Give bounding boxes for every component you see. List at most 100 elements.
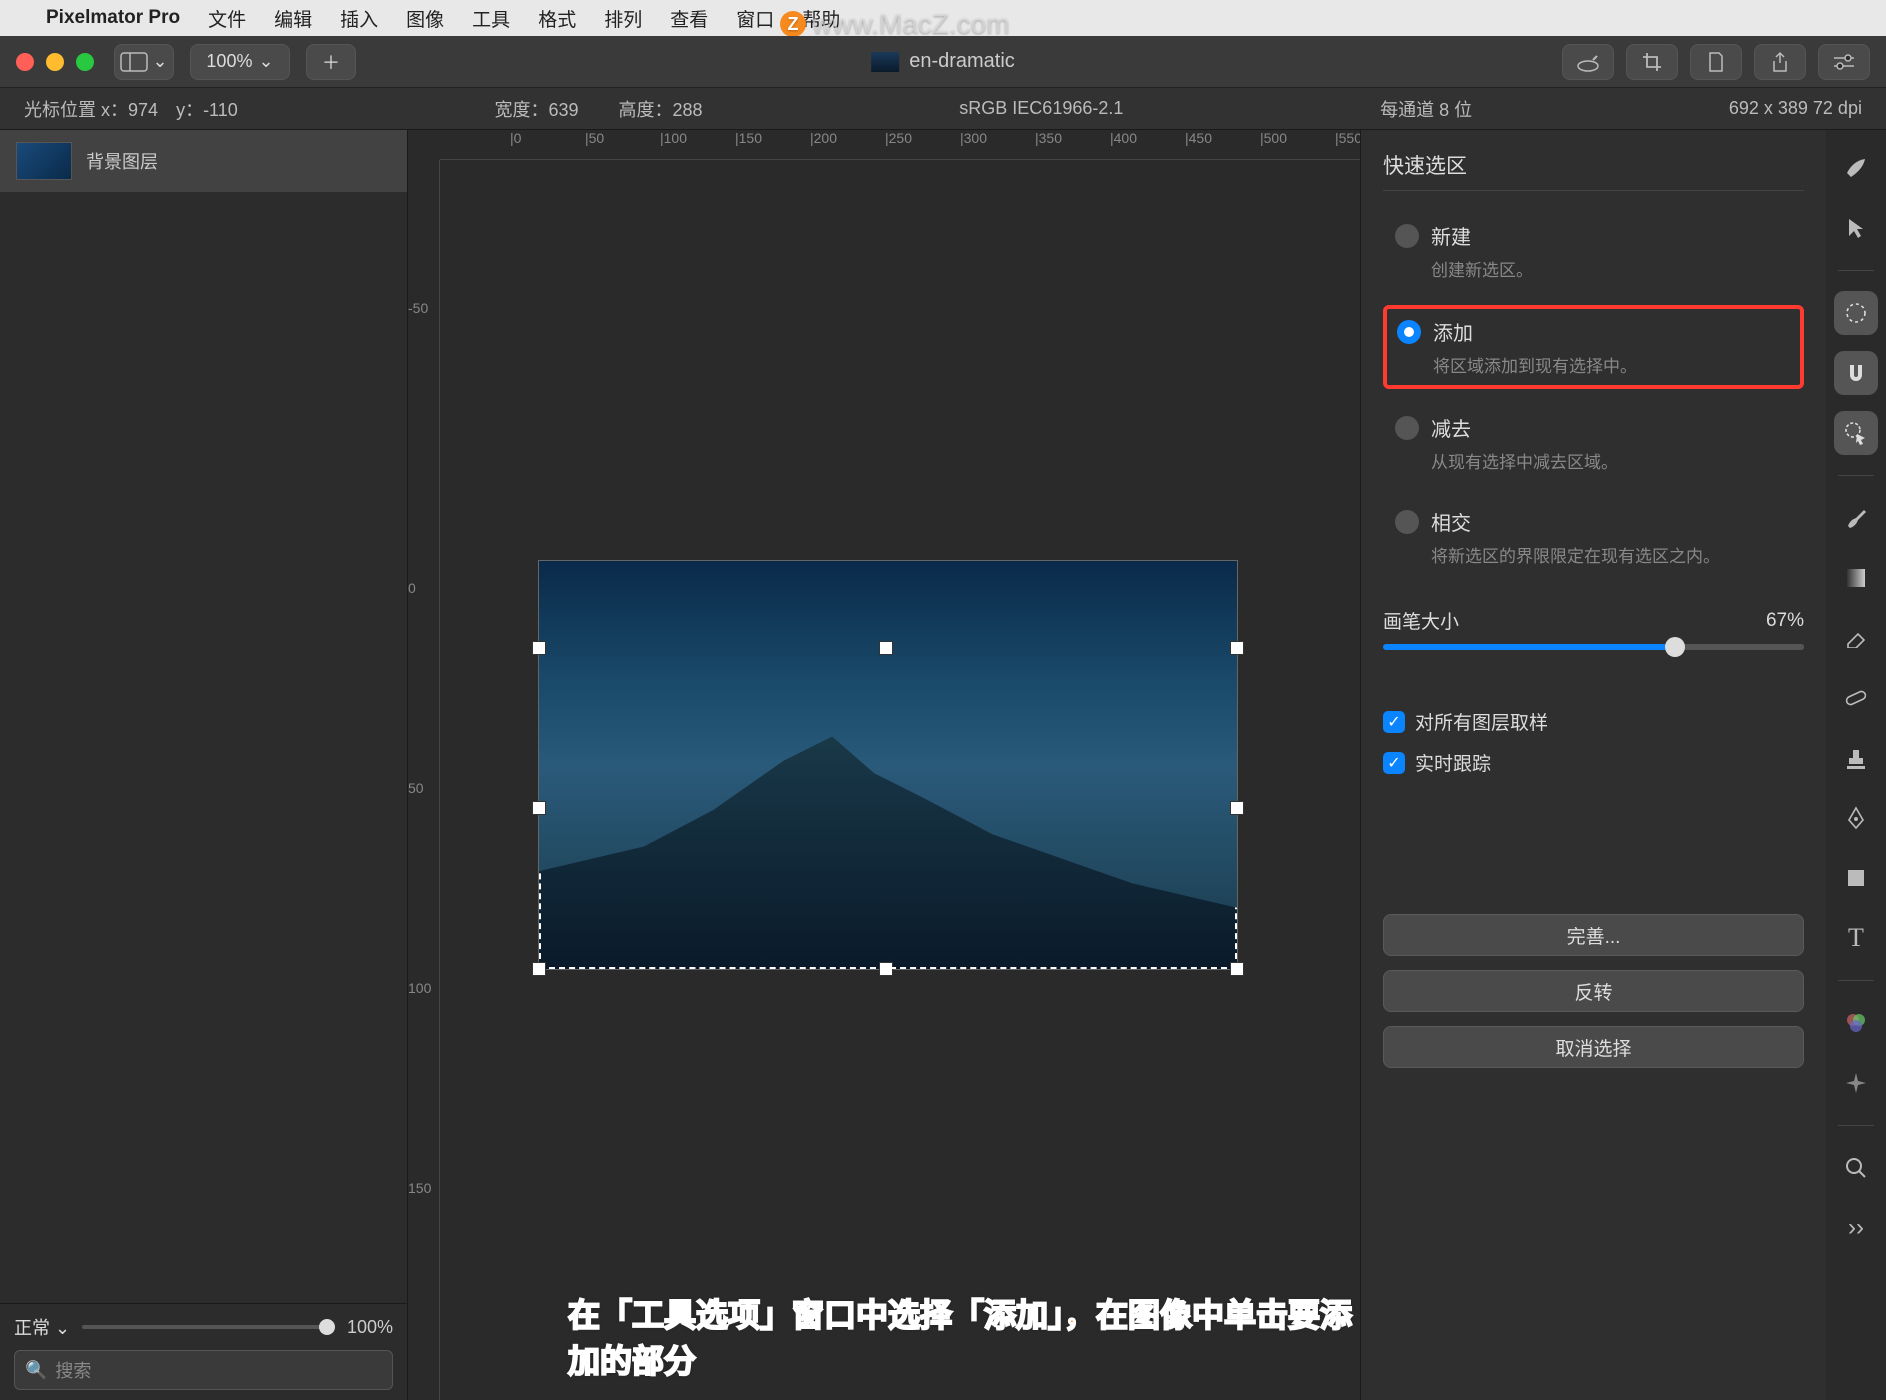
radio-icon xyxy=(1397,320,1421,344)
tool-magnetic-select[interactable] xyxy=(1834,351,1878,395)
minimize-window-button[interactable] xyxy=(46,53,64,71)
gradient-icon xyxy=(1845,567,1867,589)
radio-icon xyxy=(1395,224,1419,248)
tool-styles[interactable] xyxy=(1834,146,1878,190)
document-icon xyxy=(1706,51,1726,73)
selection-mode-intersect[interactable]: 相交 将新选区的界限限定在现有选区之内。 xyxy=(1383,497,1804,577)
color-picker-button[interactable] xyxy=(1562,44,1614,80)
marquee-icon xyxy=(1844,301,1868,325)
type-icon: T xyxy=(1848,923,1864,953)
radio-icon xyxy=(1395,510,1419,534)
opacity-slider[interactable] xyxy=(82,1325,335,1329)
tool-shape[interactable] xyxy=(1834,856,1878,900)
deselect-button[interactable]: 取消选择 xyxy=(1383,1026,1804,1068)
window-titlebar: ⌄ 100%⌄ ＋ en-dramatic xyxy=(0,36,1886,88)
share-button[interactable] xyxy=(1754,44,1806,80)
tool-arrange[interactable] xyxy=(1834,206,1878,250)
layer-item[interactable]: 背景图层 xyxy=(0,130,407,192)
menu-window[interactable]: 窗口 xyxy=(736,5,774,32)
selection-mode-subtract[interactable]: 减去 从现有选择中减去区域。 xyxy=(1383,403,1804,483)
quick-select-icon xyxy=(1843,420,1869,446)
selection-handle[interactable] xyxy=(1230,801,1244,815)
invert-selection-button[interactable]: 反转 xyxy=(1383,970,1804,1012)
tool-options-panel: 快速选区 新建 创建新选区。 添加 将区域添加到现有选择中。 减去 从现有选择中… xyxy=(1360,130,1826,1400)
selection-mode-add[interactable]: 添加 将区域添加到现有选择中。 xyxy=(1383,305,1804,389)
opacity-value: 100% xyxy=(347,1317,393,1338)
layer-search-input[interactable]: 🔍 搜索 xyxy=(14,1350,393,1390)
tool-brush[interactable] xyxy=(1834,496,1878,540)
magnet-icon xyxy=(1844,361,1868,385)
search-icon: 🔍 xyxy=(25,1360,47,1381)
selection-handle[interactable] xyxy=(1230,641,1244,655)
vertical-ruler: -50 0 50 100 150 xyxy=(408,160,440,1400)
crop-button[interactable] xyxy=(1626,44,1678,80)
brush-size-value: 67% xyxy=(1766,610,1804,632)
sidebar-icon xyxy=(120,52,148,72)
selection-handle[interactable] xyxy=(532,801,546,815)
app-menu[interactable]: Pixelmator Pro xyxy=(46,7,180,29)
menu-tools[interactable]: 工具 xyxy=(472,5,510,32)
blend-mode-dropdown[interactable]: 正常 ⌄ xyxy=(14,1314,70,1340)
canvas-image[interactable] xyxy=(538,560,1238,970)
tool-zoom[interactable] xyxy=(1834,1146,1878,1190)
menu-image[interactable]: 图像 xyxy=(406,5,444,32)
eyedropper-icon xyxy=(1575,52,1601,72)
menu-view[interactable]: 查看 xyxy=(670,5,708,32)
sample-all-layers-checkbox[interactable]: ✓ 对所有图层取样 xyxy=(1383,708,1804,735)
tool-pen[interactable] xyxy=(1834,796,1878,840)
checkbox-icon: ✓ xyxy=(1383,711,1405,733)
zoom-icon xyxy=(1844,1156,1868,1180)
brush-icon xyxy=(1844,506,1868,530)
arrow-icon xyxy=(1846,216,1866,240)
tool-gradient[interactable] xyxy=(1834,556,1878,600)
tool-eraser[interactable] xyxy=(1834,616,1878,660)
zoom-window-button[interactable] xyxy=(76,53,94,71)
menu-format[interactable]: 格式 xyxy=(538,5,576,32)
menu-insert[interactable]: 插入 xyxy=(340,5,378,32)
sparkle-icon xyxy=(1844,1071,1868,1095)
refine-selection-button[interactable]: 完善... xyxy=(1383,914,1804,956)
tool-marquee-select[interactable] xyxy=(1834,291,1878,335)
canvas-area[interactable]: |0 |50 |100 |150 |200 |250 |300 |350 |40… xyxy=(408,130,1360,1400)
share-icon xyxy=(1770,51,1790,73)
tool-clone[interactable] xyxy=(1834,736,1878,780)
sliders-icon xyxy=(1832,53,1856,71)
zoom-dropdown[interactable]: 100%⌄ xyxy=(190,44,290,80)
paint-icon xyxy=(1843,155,1869,181)
brush-size-slider[interactable] xyxy=(1383,644,1804,650)
close-window-button[interactable] xyxy=(16,53,34,71)
tool-rail: T ›› xyxy=(1826,130,1886,1400)
menu-arrange[interactable]: 排列 xyxy=(604,5,642,32)
chevron-right-icon: ›› xyxy=(1848,1214,1864,1242)
tool-repair[interactable] xyxy=(1834,676,1878,720)
tool-more[interactable]: ›› xyxy=(1834,1206,1878,1250)
add-button[interactable]: ＋ xyxy=(306,44,356,80)
eraser-icon xyxy=(1844,628,1868,648)
tool-quick-select[interactable] xyxy=(1834,411,1878,455)
layer-name: 背景图层 xyxy=(86,148,158,174)
horizontal-ruler: |0 |50 |100 |150 |200 |250 |300 |350 |40… xyxy=(440,130,1360,160)
panel-title: 快速选区 xyxy=(1383,150,1804,191)
rectangle-icon xyxy=(1846,868,1866,888)
live-tracking-checkbox[interactable]: ✓ 实时跟踪 xyxy=(1383,749,1804,776)
layers-panel: 背景图层 正常 ⌄ 100% 🔍 搜索 xyxy=(0,130,408,1400)
menu-file[interactable]: 文件 xyxy=(208,5,246,32)
layer-thumbnail xyxy=(16,142,72,180)
menu-edit[interactable]: 编辑 xyxy=(274,5,312,32)
export-button[interactable] xyxy=(1690,44,1742,80)
crop-icon xyxy=(1641,51,1663,73)
selection-mode-new[interactable]: 新建 创建新选区。 xyxy=(1383,211,1804,291)
watermark-icon: Z xyxy=(780,11,806,37)
selection-handle[interactable] xyxy=(879,641,893,655)
tool-effects[interactable] xyxy=(1834,1061,1878,1105)
tool-color-adjust[interactable] xyxy=(1834,1001,1878,1045)
document-thumb-icon xyxy=(871,52,899,72)
tutorial-caption: 在「工具选项」窗口中选择「添加」，在图像中单击要添加的部分 xyxy=(568,1290,1360,1382)
bandage-icon xyxy=(1844,688,1868,708)
tool-type[interactable]: T xyxy=(1834,916,1878,960)
selection-handle[interactable] xyxy=(532,641,546,655)
toggle-sidebar-button[interactable]: ⌄ xyxy=(114,44,174,80)
document-info-bar: 光标位置 x：974 y：-110 宽度：639 高度：288 sRGB IEC… xyxy=(0,88,1886,130)
settings-button[interactable] xyxy=(1818,44,1870,80)
stamp-icon xyxy=(1845,746,1867,770)
